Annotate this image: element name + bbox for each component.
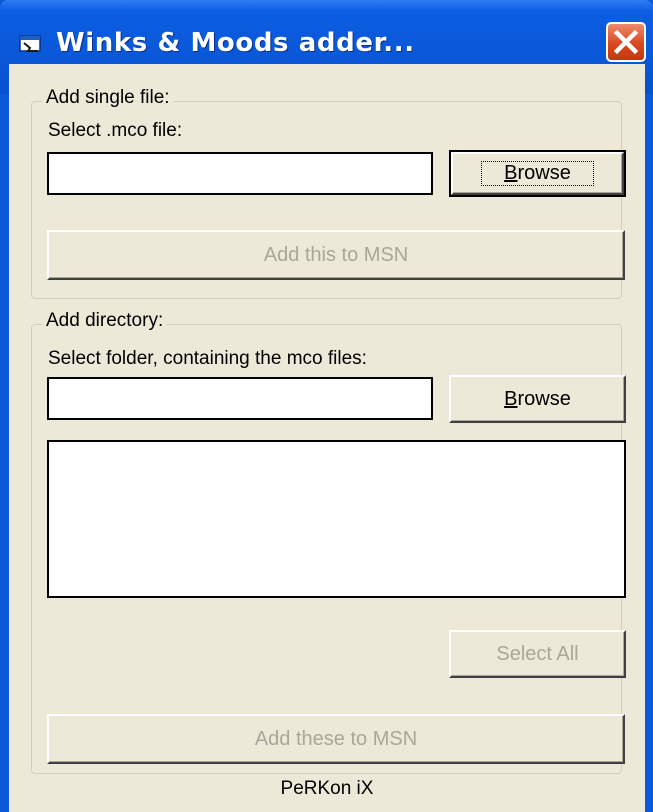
dialog-window: Winks & Moods adder... Add single file: …: [0, 0, 653, 812]
close-button[interactable]: [606, 22, 646, 62]
mco-files-listbox[interactable]: [47, 440, 626, 598]
directory-legend: Add directory:: [42, 310, 168, 332]
dialog-client: Add single file: Select .mco file: Brows…: [9, 64, 645, 812]
browse-folder-label: Browse: [504, 387, 571, 410]
select-mco-label: Select .mco file:: [48, 120, 183, 141]
browse-file-button[interactable]: Browse: [449, 150, 626, 197]
browse-folder-button[interactable]: Browse: [449, 375, 626, 423]
mco-file-input[interactable]: [47, 152, 433, 195]
add-these-to-msn-button[interactable]: Add these to MSN: [47, 714, 625, 764]
select-all-button[interactable]: Select All: [449, 630, 626, 678]
single-file-legend: Add single file:: [42, 87, 174, 109]
close-icon: [613, 29, 639, 55]
folder-input[interactable]: [47, 377, 433, 420]
add-this-to-msn-button[interactable]: Add this to MSN: [47, 230, 625, 280]
select-folder-label: Select folder, containing the mco files:: [48, 348, 367, 369]
app-icon: [19, 35, 41, 52]
window-title: Winks & Moods adder...: [56, 28, 415, 58]
browse-file-label: Browse: [481, 161, 594, 186]
footer-credit: PeRKon iX: [280, 778, 374, 799]
